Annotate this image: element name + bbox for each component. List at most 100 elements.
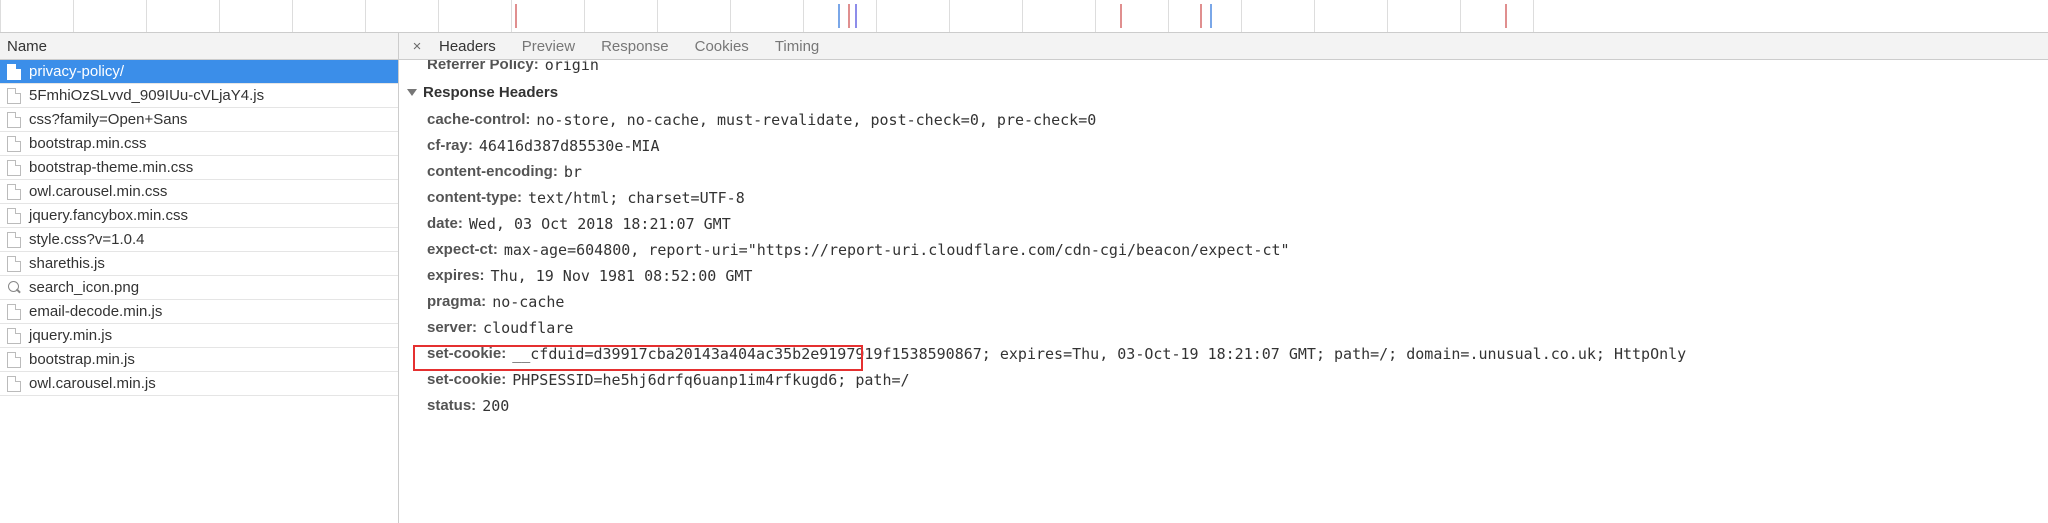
request-row[interactable]: sharethis.js bbox=[0, 252, 398, 276]
timeline-tick bbox=[1022, 0, 1023, 32]
timeline-tick bbox=[1168, 0, 1169, 32]
response-headers-section[interactable]: Response Headers bbox=[399, 78, 2048, 107]
header-row: content-encoding:br bbox=[399, 159, 2048, 185]
timeline-tick bbox=[1095, 0, 1096, 32]
tab-preview[interactable]: Preview bbox=[522, 38, 575, 55]
request-row-label: jquery.min.js bbox=[29, 327, 112, 344]
header-key: expires: bbox=[427, 266, 485, 286]
timeline-tick bbox=[0, 0, 1, 32]
request-row-label: privacy-policy/ bbox=[29, 63, 124, 80]
header-key: expect-ct: bbox=[427, 240, 498, 260]
timeline-tick bbox=[292, 0, 293, 32]
request-row[interactable]: bootstrap-theme.min.css bbox=[0, 156, 398, 180]
main-split: Name privacy-policy/5FmhiOzSLvvd_909IUu-… bbox=[0, 33, 2048, 523]
timeline-bar bbox=[1120, 4, 1122, 28]
request-row-label: email-decode.min.js bbox=[29, 303, 162, 320]
header-value: __cfduid=d39917cba20143a404ac35b2e919791… bbox=[512, 344, 1686, 364]
file-icon bbox=[7, 232, 21, 248]
file-icon bbox=[7, 304, 21, 320]
request-row-label: css?family=Open+Sans bbox=[29, 111, 187, 128]
header-row: content-type:text/html; charset=UTF-8 bbox=[399, 185, 2048, 211]
header-row: Referrer Policy: origin bbox=[399, 60, 2048, 78]
header-value: no-cache bbox=[492, 292, 564, 312]
timeline-tick bbox=[438, 0, 439, 32]
request-row-label: owl.carousel.min.css bbox=[29, 183, 167, 200]
request-row[interactable]: email-decode.min.js bbox=[0, 300, 398, 324]
sidebar-header-name[interactable]: Name bbox=[0, 33, 398, 60]
request-row[interactable]: privacy-policy/ bbox=[0, 60, 398, 84]
timeline-tick bbox=[730, 0, 731, 32]
timeline-strip[interactable] bbox=[0, 0, 2048, 33]
request-row[interactable]: bootstrap.min.js bbox=[0, 348, 398, 372]
file-icon bbox=[7, 328, 21, 344]
request-row[interactable]: style.css?v=1.0.4 bbox=[0, 228, 398, 252]
file-icon bbox=[7, 184, 21, 200]
request-row-label: bootstrap-theme.min.css bbox=[29, 159, 193, 176]
header-value: text/html; charset=UTF-8 bbox=[528, 188, 745, 208]
header-value: 200 bbox=[482, 396, 509, 416]
timeline-bar bbox=[1210, 4, 1212, 28]
header-value: PHPSESSID=he5hj6drfq6uanp1im4rfkugd6; pa… bbox=[512, 370, 909, 390]
tab-timing[interactable]: Timing bbox=[775, 38, 819, 55]
timeline-tick bbox=[1387, 0, 1388, 32]
header-key: pragma: bbox=[427, 292, 486, 312]
request-row[interactable]: bootstrap.min.css bbox=[0, 132, 398, 156]
header-row: date: Wed, 03 Oct 2018 18:21:07 GMT bbox=[399, 211, 2048, 237]
file-icon bbox=[7, 136, 21, 152]
file-icon bbox=[7, 256, 21, 272]
tab-cookies[interactable]: Cookies bbox=[695, 38, 749, 55]
tab-response[interactable]: Response bbox=[601, 38, 669, 55]
header-value: cloudflare bbox=[483, 318, 573, 338]
timeline-tick bbox=[1241, 0, 1242, 32]
header-value: 46416d387d85530e-MIA bbox=[479, 136, 660, 156]
header-key: Referrer Policy: bbox=[427, 60, 539, 75]
request-row[interactable]: css?family=Open+Sans bbox=[0, 108, 398, 132]
timeline-bar bbox=[1505, 4, 1507, 28]
timeline-bar bbox=[855, 4, 857, 28]
header-row: status: 200 bbox=[399, 393, 2048, 419]
request-row-label: bootstrap.min.css bbox=[29, 135, 147, 152]
request-list: privacy-policy/5FmhiOzSLvvd_909IUu-cVLja… bbox=[0, 60, 398, 523]
timeline-tick bbox=[146, 0, 147, 32]
file-icon bbox=[7, 208, 21, 224]
disclosure-triangle-icon bbox=[407, 89, 417, 96]
header-value: origin bbox=[545, 60, 599, 75]
request-row[interactable]: 5FmhiOzSLvvd_909IUu-cVLjaY4.js bbox=[0, 84, 398, 108]
header-key: status: bbox=[427, 396, 476, 416]
timeline-tick bbox=[73, 0, 74, 32]
timeline-bar bbox=[838, 4, 840, 28]
request-row[interactable]: owl.carousel.min.js bbox=[0, 372, 398, 396]
request-row[interactable]: search_icon.png bbox=[0, 276, 398, 300]
file-icon bbox=[7, 352, 21, 368]
request-row-label: style.css?v=1.0.4 bbox=[29, 231, 144, 248]
header-key: content-encoding: bbox=[427, 162, 558, 182]
headers-pane: Referrer Policy: origin Response Headers… bbox=[399, 60, 2048, 523]
request-row-label: 5FmhiOzSLvvd_909IUu-cVLjaY4.js bbox=[29, 87, 264, 104]
header-value: no-store, no-cache, must-revalidate, pos… bbox=[536, 110, 1096, 130]
header-row: expect-ct: max-age=604800, report-uri="ht… bbox=[399, 237, 2048, 263]
header-value: Wed, 03 Oct 2018 18:21:07 GMT bbox=[469, 214, 731, 234]
request-row[interactable]: jquery.min.js bbox=[0, 324, 398, 348]
header-key: server: bbox=[427, 318, 477, 338]
header-key: set-cookie: bbox=[427, 344, 506, 364]
header-key: date: bbox=[427, 214, 463, 234]
close-icon[interactable]: × bbox=[409, 38, 425, 55]
timeline-tick bbox=[876, 0, 877, 32]
header-value: max-age=604800, report-uri="https://repo… bbox=[504, 240, 1290, 260]
file-icon bbox=[7, 64, 21, 80]
section-title: Response Headers bbox=[423, 84, 558, 101]
request-sidebar: Name privacy-policy/5FmhiOzSLvvd_909IUu-… bbox=[0, 33, 399, 523]
request-row[interactable]: jquery.fancybox.min.css bbox=[0, 204, 398, 228]
request-row[interactable]: owl.carousel.min.css bbox=[0, 180, 398, 204]
tab-headers[interactable]: Headers bbox=[439, 38, 496, 55]
details-tabs: × Headers Preview Response Cookies Timing bbox=[399, 33, 2048, 60]
header-row: set-cookie:PHPSESSID=he5hj6drfq6uanp1im4… bbox=[399, 367, 2048, 393]
timeline-tick bbox=[584, 0, 585, 32]
request-row-label: search_icon.png bbox=[29, 279, 139, 296]
header-row: set-cookie: __cfduid=d39917cba20143a404ac… bbox=[399, 341, 2048, 367]
request-row-label: sharethis.js bbox=[29, 255, 105, 272]
header-row: cache-control:no-store, no-cache, must-r… bbox=[399, 107, 2048, 133]
header-row: pragma: no-cache bbox=[399, 289, 2048, 315]
request-row-label: bootstrap.min.js bbox=[29, 351, 135, 368]
header-key: cf-ray: bbox=[427, 136, 473, 156]
